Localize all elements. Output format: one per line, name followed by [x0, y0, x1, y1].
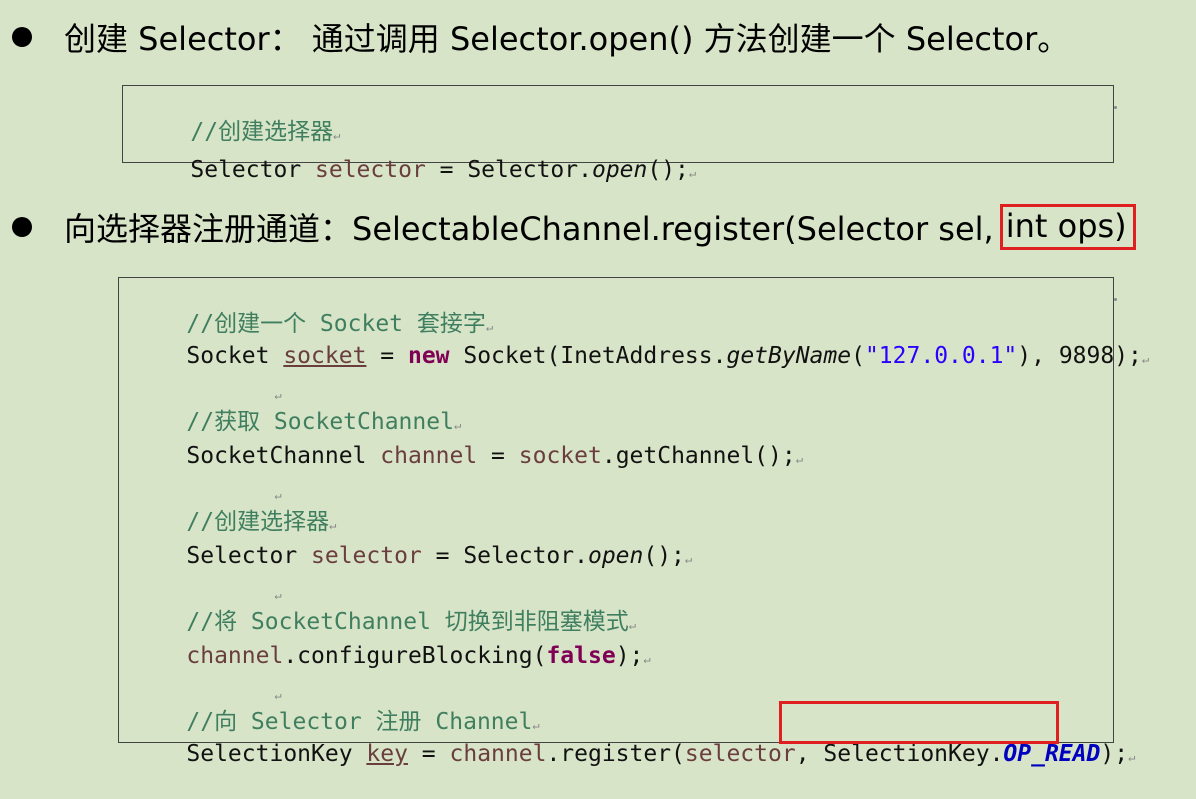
- paragraph-mark-icon: ↵: [1128, 750, 1136, 764]
- code-keyword: new: [407, 343, 450, 369]
- code-text: .getChannel();: [601, 443, 796, 469]
- code-text: SelectionKey.: [823, 741, 1004, 767]
- code-text: =: [366, 343, 408, 369]
- code-text: Socket(InetAddress.: [449, 343, 727, 369]
- code-text: =: [407, 741, 450, 767]
- code-text: .configureBlocking(: [283, 643, 547, 669]
- highlight-box-op-read: [779, 701, 1059, 744]
- code-text: ), 9898);: [1017, 343, 1142, 369]
- code-line-statement: Selector selector = Selector.open();↵: [135, 128, 696, 215]
- code-variable: selector: [311, 543, 422, 569]
- code-text: ();: [643, 543, 685, 569]
- code-block-register: //创建一个 Socket 套接字↵ Socket socket = new S…: [118, 277, 1149, 767]
- paragraph-mark-icon: ↵: [1141, 352, 1150, 366]
- bullet-item-create-selector: 创建 Selector： 通过调用 Selector.open() 方法创建一个…: [12, 14, 1069, 60]
- code-text: (: [851, 343, 865, 369]
- code-text: .register(: [546, 741, 685, 767]
- margin-mark-icon: [1114, 298, 1117, 301]
- bullet-text: 向选择器注册通道：SelectableChannel.register(Sele…: [64, 210, 994, 248]
- code-type: Selector: [190, 157, 316, 183]
- code-text: ();: [647, 157, 689, 183]
- bullet-icon: [12, 27, 32, 47]
- code-variable: channel: [449, 741, 547, 767]
- code-variable: key: [366, 741, 408, 767]
- code-text: ,: [795, 741, 824, 767]
- code-variable: socket: [283, 343, 367, 369]
- paragraph-mark-icon: ↵: [795, 452, 803, 466]
- bullet-text: 创建 Selector： 通过调用 Selector.open() 方法创建一个…: [64, 20, 1070, 58]
- code-text: = Selector.: [425, 157, 592, 183]
- code-method: getByName: [726, 343, 852, 369]
- paragraph-mark-icon: ↵: [684, 552, 693, 566]
- code-text: =: [477, 443, 519, 469]
- code-variable: selector: [315, 157, 426, 183]
- margin-mark-icon: [1114, 106, 1117, 109]
- code-text: = Selector.: [421, 543, 588, 569]
- code-variable: channel: [380, 443, 478, 469]
- code-text: SocketChannel: [186, 443, 381, 469]
- code-variable: socket: [518, 443, 602, 469]
- bullet-icon: [12, 217, 32, 237]
- code-method: open: [591, 157, 648, 183]
- highlight-box-int-ops: int ops): [999, 204, 1136, 250]
- code-text: SelectionKey: [186, 741, 367, 767]
- bullet-item-register-channel: 向选择器注册通道：SelectableChannel.register(Sele…: [12, 204, 1136, 250]
- code-variable: selector: [684, 741, 796, 767]
- code-text: );: [615, 643, 644, 669]
- code-text: );: [1100, 741, 1129, 767]
- code-constant: OP_READ: [1003, 741, 1101, 767]
- paragraph-mark-icon: ↵: [643, 652, 651, 666]
- code-method: open: [587, 543, 644, 569]
- paragraph-mark-icon: ↵: [688, 166, 697, 180]
- code-string: "127.0.0.1": [864, 343, 1018, 369]
- code-keyword: false: [546, 643, 616, 669]
- code-block-selector-open: //创建选择器↵ Selector selector = Selector.op…: [122, 85, 1117, 183]
